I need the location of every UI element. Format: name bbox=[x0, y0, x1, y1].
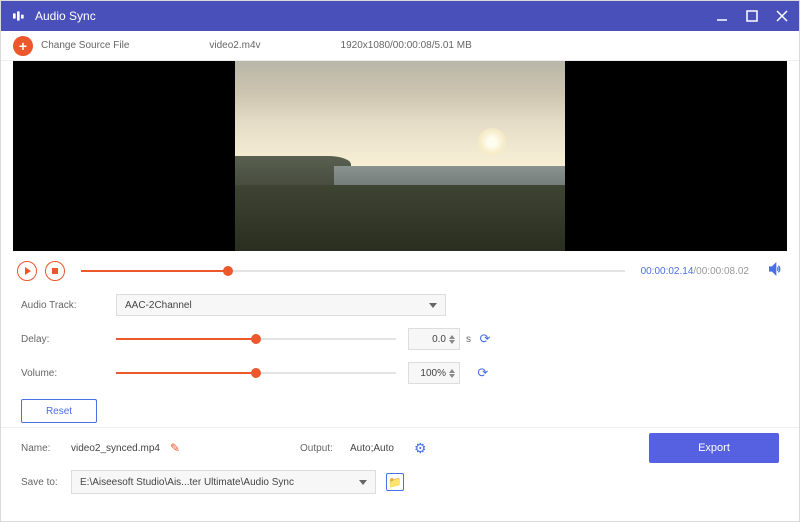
maximize-button[interactable] bbox=[745, 9, 759, 23]
name-label: Name: bbox=[21, 443, 71, 454]
source-filename: video2.m4v bbox=[209, 40, 260, 51]
delay-label: Delay: bbox=[21, 334, 116, 345]
volume-reset-icon[interactable]: ⟳ bbox=[475, 365, 491, 381]
time-display: 00:00:02.14/00:00:08.02 bbox=[641, 266, 749, 277]
stop-button[interactable] bbox=[45, 261, 65, 281]
output-value: Auto;Auto bbox=[350, 443, 394, 454]
save-label: Save to: bbox=[21, 477, 71, 488]
app-icon bbox=[11, 8, 27, 24]
play-icon bbox=[25, 267, 31, 275]
delay-spin-down[interactable] bbox=[449, 340, 455, 344]
app-title: Audio Sync bbox=[35, 9, 715, 23]
open-folder-icon[interactable]: 📁 bbox=[386, 473, 404, 491]
minimize-button[interactable] bbox=[715, 9, 729, 23]
volume-icon[interactable] bbox=[767, 261, 783, 282]
export-button[interactable]: Export bbox=[649, 433, 779, 463]
playback-bar: 00:00:02.14/00:00:08.02 bbox=[1, 257, 799, 285]
delay-slider[interactable] bbox=[116, 338, 396, 340]
close-button[interactable] bbox=[775, 9, 789, 23]
chevron-down-icon bbox=[429, 303, 437, 308]
audio-track-label: Audio Track: bbox=[21, 300, 116, 311]
delay-unit: s bbox=[466, 334, 471, 345]
source-infobar: Change Source File video2.m4v 1920x1080/… bbox=[1, 31, 799, 61]
volume-value-input[interactable]: 100% bbox=[408, 362, 460, 384]
edit-name-icon[interactable]: ✎ bbox=[170, 441, 180, 455]
delay-spin-up[interactable] bbox=[449, 335, 455, 339]
volume-label: Volume: bbox=[21, 368, 116, 379]
output-settings-icon[interactable]: ⚙ bbox=[414, 440, 427, 457]
audio-controls: Audio Track: AAC-2Channel Delay: 0.0 s ⟳… bbox=[1, 285, 799, 393]
save-path-select[interactable]: E:\Aiseesoft Studio\Ais...ter Ultimate\A… bbox=[71, 470, 376, 494]
titlebar: Audio Sync bbox=[1, 1, 799, 31]
audio-track-select[interactable]: AAC-2Channel bbox=[116, 294, 446, 316]
video-preview[interactable] bbox=[13, 61, 787, 251]
progress-slider[interactable] bbox=[81, 270, 625, 272]
video-frame bbox=[235, 61, 565, 251]
delay-value-input[interactable]: 0.0 bbox=[408, 328, 460, 350]
stop-icon bbox=[52, 268, 58, 274]
source-specs: 1920x1080/00:00:08/5.01 MB bbox=[341, 40, 472, 51]
chevron-down-icon bbox=[359, 480, 367, 485]
output-name: video2_synced.mp4 bbox=[71, 443, 160, 454]
change-source-label: Change Source File bbox=[41, 40, 129, 51]
volume-slider[interactable] bbox=[116, 372, 396, 374]
volume-spin-up[interactable] bbox=[449, 369, 455, 373]
change-source-button[interactable] bbox=[13, 36, 33, 56]
output-label: Output: bbox=[300, 443, 350, 454]
reset-button[interactable]: Reset bbox=[21, 399, 97, 423]
play-button[interactable] bbox=[17, 261, 37, 281]
volume-spin-down[interactable] bbox=[449, 374, 455, 378]
footer: Name: video2_synced.mp4 ✎ Output: Auto;A… bbox=[1, 427, 799, 504]
window: Audio Sync Change Source File video2.m4v… bbox=[0, 0, 800, 522]
window-controls bbox=[715, 9, 789, 23]
delay-reset-icon[interactable]: ⟳ bbox=[477, 331, 493, 347]
